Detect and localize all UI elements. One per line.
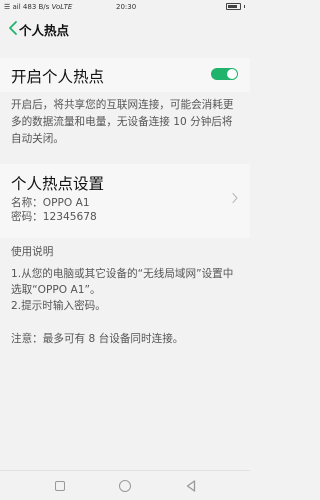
help-step-2: 2.提示时输入密码。: [11, 300, 106, 312]
help-steps: 1.从您的电脑或其它设备的“无线局域网”设置中选取“OPPO A1”。 2.提示…: [11, 266, 243, 314]
network-type: VoLTE: [51, 3, 73, 11]
hotspot-switch[interactable]: [211, 68, 238, 80]
signal-indicator: ☰ ail: [4, 3, 21, 11]
hotspot-password: 密码：12345678: [11, 211, 97, 223]
status-bar: ☰ ail 483 B/s VoLTE 20:30: [0, 0, 250, 14]
help-heading: 使用说明: [11, 246, 54, 258]
page-title: 个人热点: [19, 23, 70, 38]
status-time: 20:30: [116, 3, 137, 11]
circle-icon[interactable]: [119, 480, 131, 492]
hotspot-settings-row[interactable]: 个人热点设置 名称：OPPO A1 密码：12345678: [0, 164, 250, 238]
help-note: 注意：最多可有 8 台设备同时连接。: [11, 333, 184, 345]
status-left: ☰ ail 483 B/s VoLTE: [4, 3, 72, 11]
switch-knob: [227, 69, 237, 79]
navigation-bar: [0, 470, 250, 500]
help-step-1: 1.从您的电脑或其它设备的“无线局域网”设置中选取“OPPO A1”。: [11, 268, 234, 296]
battery-icon: [225, 3, 245, 10]
chevron-right-icon: [232, 192, 238, 204]
settings-title: 个人热点设置: [11, 175, 105, 193]
hotspot-toggle-label: 开启个人热点: [11, 68, 105, 86]
triangle-back-icon[interactable]: [186, 480, 196, 492]
square-icon[interactable]: [55, 481, 65, 491]
hotspot-name: 名称：OPPO A1: [11, 197, 90, 209]
network-speed: 483 B/s: [22, 3, 50, 11]
hotspot-description: 开启后，将共享您的互联网连接，可能会消耗更多的数据流量和电量，无设备连接 10 …: [11, 99, 234, 145]
hotspot-toggle-row[interactable]: 开启个人热点: [0, 58, 250, 92]
title-bar: 个人热点: [0, 16, 250, 40]
chevron-left-icon[interactable]: [7, 20, 19, 36]
